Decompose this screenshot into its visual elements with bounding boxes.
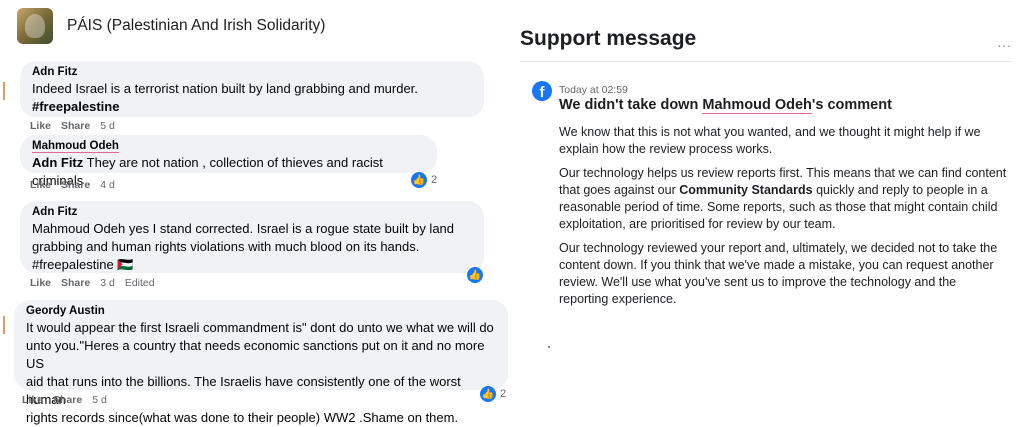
comment-text: It would appear the first Israeli comman… xyxy=(26,320,494,335)
more-options-icon[interactable]: ... xyxy=(997,34,1012,50)
comment-actions: Like Share 5 d xyxy=(22,394,107,406)
comment-time[interactable]: 5 d xyxy=(92,394,107,406)
comment-bubble: Mahmoud Odeh Adn Fitz They are not natio… xyxy=(20,135,437,188)
group-avatar[interactable] xyxy=(17,8,53,44)
stray-dot xyxy=(548,346,550,348)
share-button[interactable]: Share xyxy=(61,277,90,289)
facebook-comments-panel: PÁIS (Palestinian And Irish Solidarity) … xyxy=(0,0,512,425)
comment-bubble: Adn Fitz Mahmoud Odeh yes I stand correc… xyxy=(20,201,484,273)
comment-text: rights records since(what was done to th… xyxy=(26,410,459,425)
comment-text: unto you."Heres a country that needs eco… xyxy=(26,338,485,371)
comment-time[interactable]: 4 d xyxy=(100,179,115,191)
thread-line-marker xyxy=(3,316,5,334)
thumbs-up-icon: 👍 xyxy=(479,385,497,403)
community-standards-link[interactable]: Community Standards xyxy=(679,183,812,197)
message-paragraph: Our technology helps us review reports f… xyxy=(559,165,1007,233)
thumbs-up-icon: 👍 xyxy=(410,171,428,189)
comment-author[interactable]: Adn Fitz xyxy=(32,205,472,220)
comment-author[interactable]: Geordy Austin xyxy=(26,304,496,319)
reaction-count[interactable]: 👍 xyxy=(466,266,484,284)
comment-bubble: Adn Fitz Indeed Israel is a terrorist na… xyxy=(20,61,484,117)
comment-actions: Like Share 3 d Edited xyxy=(30,277,155,289)
mention-link[interactable]: Adn Fitz xyxy=(32,155,83,170)
comment-author-wrap: Mahmoud Odeh xyxy=(32,139,425,154)
share-button[interactable]: Share xyxy=(61,120,90,132)
like-button[interactable]: Like xyxy=(30,277,51,289)
reaction-count[interactable]: 👍 2 xyxy=(410,171,437,189)
thread-line-marker xyxy=(3,82,5,100)
comment-hashtag[interactable]: #freepalestine xyxy=(32,98,472,116)
edited-label[interactable]: Edited xyxy=(125,277,155,289)
reaction-number: 2 xyxy=(500,388,507,400)
comment-text: Indeed Israel is a terrorist nation buil… xyxy=(32,81,418,96)
page-title: Support message xyxy=(520,27,697,50)
like-button[interactable]: Like xyxy=(30,120,51,132)
thumbs-up-icon: 👍 xyxy=(466,266,484,284)
headline-user-name: Mahmoud Odeh xyxy=(702,97,812,114)
message-paragraph: Our technology reviewed your report and,… xyxy=(559,241,998,306)
reaction-count[interactable]: 👍 2 xyxy=(479,385,506,403)
comment-hashtag[interactable]: #freepalestine 🇵🇸 xyxy=(32,256,472,274)
share-button[interactable]: Share xyxy=(53,394,82,406)
comment-actions: Like Share 4 d xyxy=(30,179,115,191)
headline-end: 's comment xyxy=(811,97,892,113)
headline-start: We didn't take down xyxy=(559,97,703,113)
divider xyxy=(520,61,1012,62)
reaction-number: 2 xyxy=(431,174,438,186)
comment-actions: Like Share 5 d xyxy=(30,120,115,132)
message-body: We know that this is not what you wanted… xyxy=(559,124,1007,315)
message-paragraph: We know that this is not what you wanted… xyxy=(559,125,981,156)
comment-author[interactable]: Mahmoud Odeh xyxy=(32,140,119,153)
group-name[interactable]: PÁIS (Palestinian And Irish Solidarity) xyxy=(67,17,325,35)
comment-time[interactable]: 3 d xyxy=(100,277,115,289)
support-message-panel: Support message ... f Today at 02:59 We … xyxy=(512,0,1024,416)
like-button[interactable]: Like xyxy=(22,394,43,406)
comment-bubble: Geordy Austin It would appear the first … xyxy=(14,300,508,425)
group-header[interactable]: PÁIS (Palestinian And Irish Solidarity) xyxy=(17,8,325,44)
share-button[interactable]: Share xyxy=(61,179,90,191)
comment-time[interactable]: 5 d xyxy=(100,120,115,132)
comment-text: grabbing and human rights violations wit… xyxy=(32,239,420,254)
comment-text: Mahmoud Odeh yes I stand corrected. Isra… xyxy=(32,221,455,236)
message-time: Today at 02:59 xyxy=(559,84,628,96)
facebook-logo-icon: f xyxy=(532,81,552,101)
message-headline: We didn't take down Mahmoud Odeh's comme… xyxy=(559,97,892,114)
like-button[interactable]: Like xyxy=(30,179,51,191)
comment-author[interactable]: Adn Fitz xyxy=(32,65,472,80)
